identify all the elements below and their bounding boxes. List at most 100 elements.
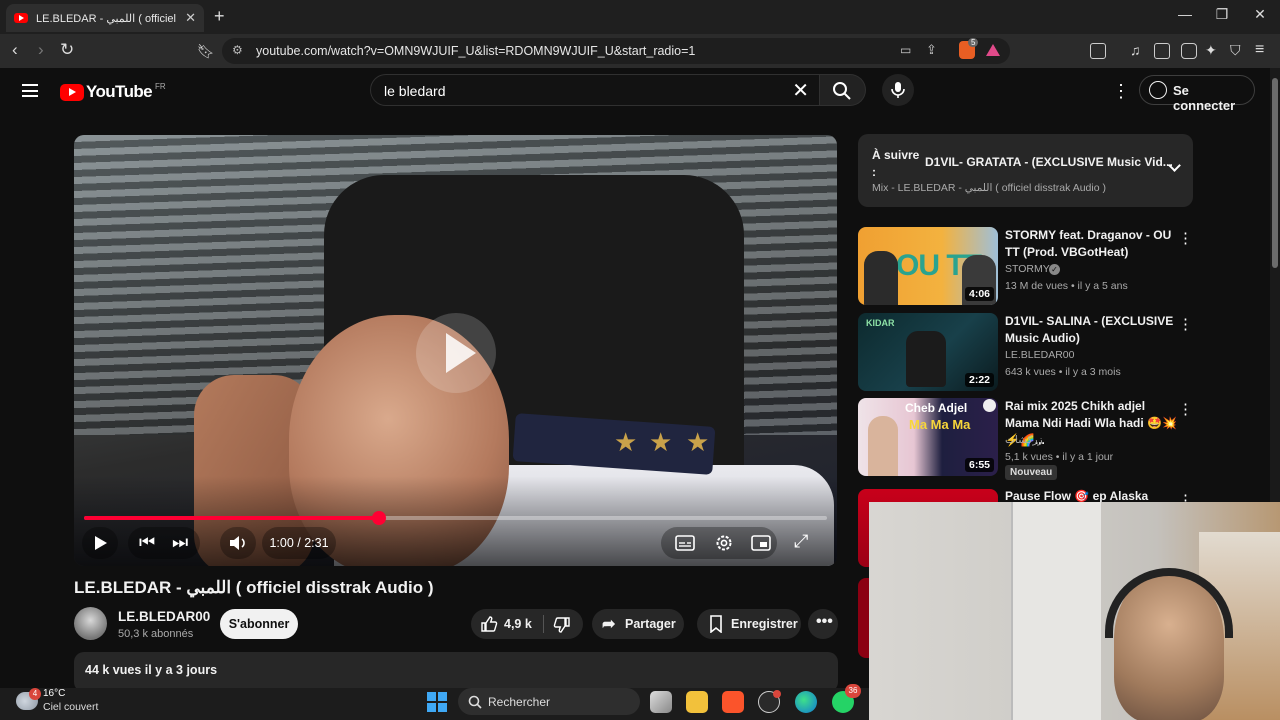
progress-bar[interactable] bbox=[84, 511, 827, 525]
channel-name[interactable]: LE.BLEDAR00 bbox=[118, 609, 210, 624]
hamburger-menu-icon[interactable] bbox=[22, 84, 38, 97]
minimize-icon[interactable]: — bbox=[1170, 6, 1200, 22]
address-bar[interactable]: ⚙︎ youtube.com/watch?v=OMN9WJUIF_U&list=… bbox=[222, 38, 1010, 64]
tab-close-icon[interactable]: ✕ bbox=[185, 10, 196, 26]
save-button[interactable]: Enregistrer bbox=[697, 609, 801, 639]
task-view-icon[interactable] bbox=[650, 691, 672, 713]
recommendation-channel[interactable]: STORMY bbox=[1005, 263, 1050, 275]
sign-in-button[interactable]: Se connecter bbox=[1139, 75, 1255, 113]
youtube-favicon-icon bbox=[14, 13, 28, 23]
recommendation-channel[interactable]: زركشات bbox=[1005, 434, 1043, 446]
recommendation-item[interactable]: KIDAR 2:22 D1VIL- SALINA - (EXCLUSIVE Mu… bbox=[858, 313, 1193, 395]
sidebar-icon[interactable] bbox=[1154, 43, 1170, 59]
taskbar-search[interactable]: Rechercher bbox=[458, 688, 640, 715]
brave-rewards-icon[interactable] bbox=[986, 44, 1000, 56]
youtube-header: YouTube FR le bledard ✕ ⋮ Se connecter bbox=[0, 68, 1268, 114]
thumbnail-logo bbox=[983, 399, 996, 412]
leo-ai-icon[interactable]: ✦ bbox=[1205, 42, 1217, 59]
browser-tab-active[interactable]: LE.BLEDAR - اللمبي ( officiel disstrak ✕ bbox=[6, 4, 204, 32]
recommendation-title[interactable]: D1VIL- SALINA - (EXCLUSIVE Music Audio) bbox=[1005, 313, 1177, 347]
reader-mode-icon[interactable] bbox=[1090, 43, 1106, 59]
recommendation-item[interactable]: OU TT 4:06 STORMY feat. Draganov - OU TT… bbox=[858, 227, 1193, 309]
video-player[interactable]: ★ ★ ★ ⏮︎ ⏭︎ 1:00 / 2:31 ⤢ bbox=[74, 135, 837, 566]
description-box[interactable]: 44 k vues il y a 3 jours bbox=[74, 652, 838, 692]
share-page-icon[interactable]: ⇪ bbox=[926, 42, 937, 58]
edge-browser-icon[interactable] bbox=[795, 691, 817, 713]
scrollbar-thumb[interactable] bbox=[1272, 78, 1278, 268]
big-play-icon[interactable] bbox=[416, 313, 496, 393]
vpn-icon[interactable]: ⛉ bbox=[1230, 42, 1241, 59]
media-icon[interactable]: ♫ bbox=[1130, 42, 1141, 58]
save-icon bbox=[710, 615, 722, 633]
recommendation-item[interactable]: Cheb Adjel Ma Ma Ma 6:55 Rai mix 2025 Ch… bbox=[858, 398, 1193, 480]
search-icon bbox=[468, 695, 482, 709]
share-label: Partager bbox=[625, 617, 676, 631]
settings-menu-icon[interactable]: ⋮ bbox=[1112, 81, 1130, 102]
windows-taskbar: 4 16°C Ciel couvert Rechercher 36 bbox=[0, 684, 869, 720]
recommendation-meta: 643 k vues • il y a 3 mois bbox=[1005, 366, 1121, 378]
brave-browser-icon[interactable] bbox=[722, 691, 744, 713]
video-thumbnail[interactable]: Cheb Adjel Ma Ma Ma 6:55 bbox=[858, 398, 998, 476]
weather-notification-badge: 4 bbox=[29, 688, 41, 700]
share-button[interactable]: ➦ Partager bbox=[592, 609, 684, 639]
windows-start-icon[interactable] bbox=[427, 692, 447, 712]
settings-notification-dot bbox=[773, 690, 781, 698]
youtube-logo[interactable]: YouTube FR bbox=[60, 82, 166, 102]
weather-description: Ciel couvert bbox=[43, 701, 99, 713]
subscribe-button[interactable]: S'abonner bbox=[220, 609, 298, 639]
video-frame-star: ★ bbox=[614, 427, 638, 457]
more-vert-icon[interactable]: ⋮ bbox=[1178, 315, 1193, 333]
forward-icon[interactable]: › bbox=[38, 40, 44, 60]
play-button[interactable] bbox=[82, 527, 118, 559]
more-vert-icon[interactable]: ⋮ bbox=[1178, 229, 1193, 247]
recommendation-channel[interactable]: LE.BLEDAR00 bbox=[1005, 349, 1074, 361]
search-button[interactable] bbox=[820, 74, 866, 106]
like-count[interactable]: 4,9 k bbox=[504, 617, 532, 631]
recommendation-title[interactable]: STORMY feat. Draganov - OU TT (Prod. VBG… bbox=[1005, 227, 1177, 261]
file-explorer-icon[interactable] bbox=[686, 691, 708, 713]
channel-avatar[interactable] bbox=[74, 607, 107, 640]
fullscreen-icon[interactable]: ⤢ bbox=[794, 531, 808, 552]
thumbnail-text-line1: Cheb Adjel bbox=[905, 401, 968, 415]
previous-icon[interactable]: ⏮︎ bbox=[139, 532, 155, 553]
next-icon[interactable]: ⏭︎ bbox=[172, 532, 188, 553]
more-actions-button[interactable]: ••• bbox=[808, 609, 838, 639]
settings-gear-icon[interactable] bbox=[714, 533, 734, 553]
country-code: FR bbox=[155, 81, 166, 91]
miniplayer-icon[interactable] bbox=[751, 535, 771, 551]
more-vert-icon[interactable]: ⋮ bbox=[1178, 400, 1193, 418]
clear-search-icon[interactable]: ✕ bbox=[792, 78, 809, 103]
taskbar-search-label: Rechercher bbox=[488, 695, 551, 709]
reload-icon[interactable]: ↻ bbox=[60, 40, 74, 60]
search-icon bbox=[833, 82, 851, 100]
video-thumbnail[interactable]: OU TT 4:06 bbox=[858, 227, 998, 305]
subtitles-icon[interactable] bbox=[675, 535, 695, 551]
progress-scrubber-handle[interactable] bbox=[371, 511, 386, 525]
whatsapp-unread-badge: 36 bbox=[845, 684, 861, 698]
search-query-text: le bledard bbox=[384, 83, 446, 99]
thumbnail-figure bbox=[864, 251, 898, 305]
webcam-background-door bbox=[1011, 502, 1101, 720]
thumbnail-text-line2: Ma Ma Ma bbox=[909, 417, 971, 432]
wallet-icon[interactable] bbox=[1181, 43, 1197, 59]
maximize-icon[interactable]: ❐ bbox=[1207, 6, 1237, 23]
browser-menu-icon[interactable]: ≡ bbox=[1255, 41, 1264, 59]
right-controls-group bbox=[661, 527, 777, 559]
volume-button[interactable] bbox=[220, 527, 256, 559]
video-thumbnail[interactable]: KIDAR 2:22 bbox=[858, 313, 998, 391]
site-info-icon[interactable]: ⚙︎ bbox=[232, 43, 243, 57]
back-icon[interactable]: ‹ bbox=[12, 40, 18, 60]
dislike-icon[interactable] bbox=[553, 616, 571, 634]
voice-search-button[interactable] bbox=[882, 74, 914, 106]
new-tab-icon[interactable]: + bbox=[214, 6, 225, 27]
like-icon[interactable] bbox=[480, 615, 498, 633]
up-next-panel[interactable]: À suivre : D1VIL- GRATATA - (EXCLUSIVE M… bbox=[858, 134, 1193, 207]
window-close-icon[interactable]: ✕ bbox=[1245, 6, 1275, 23]
video-title: LE.BLEDAR - اللمبي ( officiel disstrak A… bbox=[74, 578, 434, 597]
url-text: youtube.com/watch?v=OMN9WJUIF_U&list=RDO… bbox=[256, 44, 696, 58]
cast-icon[interactable]: ▭ bbox=[900, 43, 911, 57]
bookmark-icon[interactable]: 🔖︎ bbox=[197, 43, 215, 60]
progress-played bbox=[84, 516, 379, 520]
recommendation-thumbnail-partial[interactable] bbox=[858, 578, 869, 658]
search-input[interactable]: le bledard ✕ bbox=[370, 74, 820, 106]
